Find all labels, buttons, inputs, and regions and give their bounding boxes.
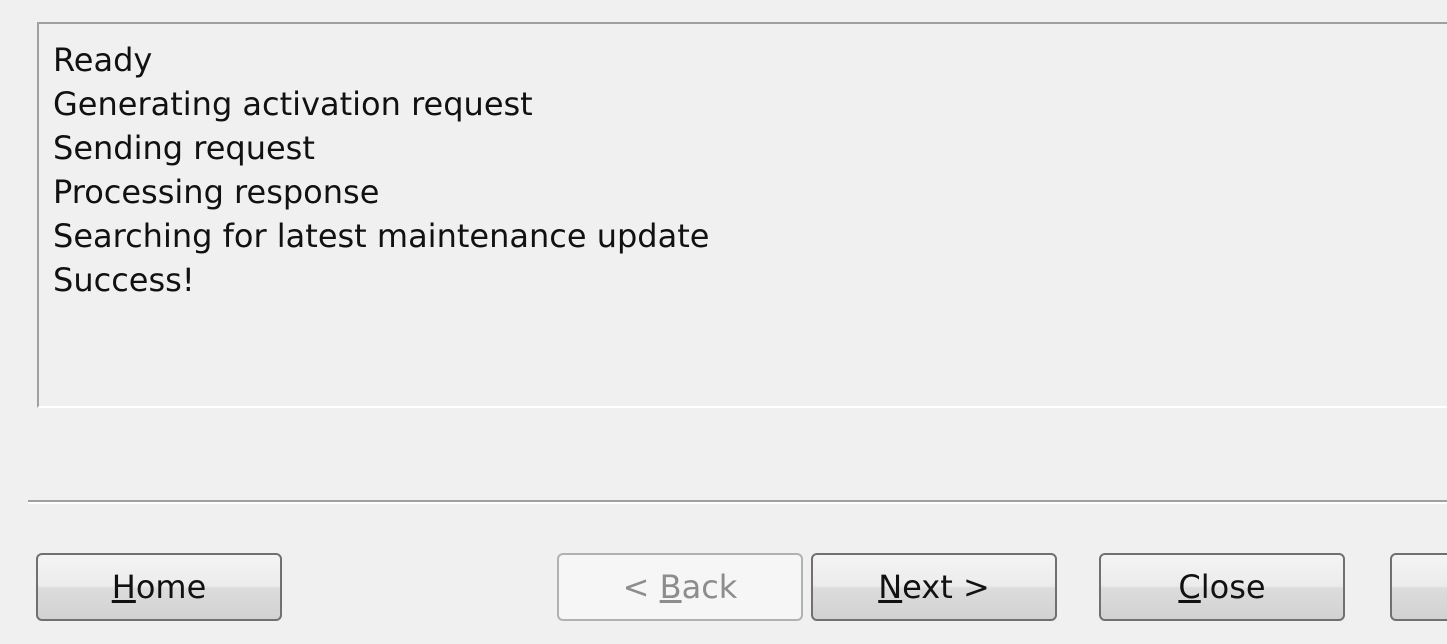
back-label-rest: ack bbox=[681, 568, 738, 606]
log-line-processing: Processing response bbox=[53, 173, 380, 211]
log-line-success: Success! bbox=[53, 261, 195, 299]
partial-offscreen-button[interactable] bbox=[1390, 553, 1447, 621]
close-accel: C bbox=[1178, 568, 1201, 606]
separator-line bbox=[28, 500, 1447, 504]
log-line-searching: Searching for latest maintenance update bbox=[53, 217, 710, 255]
home-label-rest: ome bbox=[135, 568, 207, 606]
back-button[interactable]: < Back bbox=[557, 553, 803, 621]
back-accel: B bbox=[659, 568, 682, 606]
log-line-generating: Generating activation request bbox=[53, 85, 533, 123]
close-label-rest: lose bbox=[1200, 568, 1266, 606]
next-button[interactable]: Next > bbox=[811, 553, 1057, 621]
back-label-prefix: < bbox=[622, 568, 660, 606]
next-accel: N bbox=[878, 568, 903, 606]
home-button[interactable]: Home bbox=[36, 553, 282, 621]
activation-dialog: Ready Generating activation request Send… bbox=[0, 0, 1447, 644]
next-label-rest: ext > bbox=[902, 568, 990, 606]
close-button[interactable]: Close bbox=[1099, 553, 1345, 621]
log-line-ready: Ready bbox=[53, 41, 153, 79]
status-log: Ready Generating activation request Send… bbox=[37, 22, 1447, 408]
log-line-sending: Sending request bbox=[53, 129, 315, 167]
home-accel: H bbox=[111, 568, 136, 606]
